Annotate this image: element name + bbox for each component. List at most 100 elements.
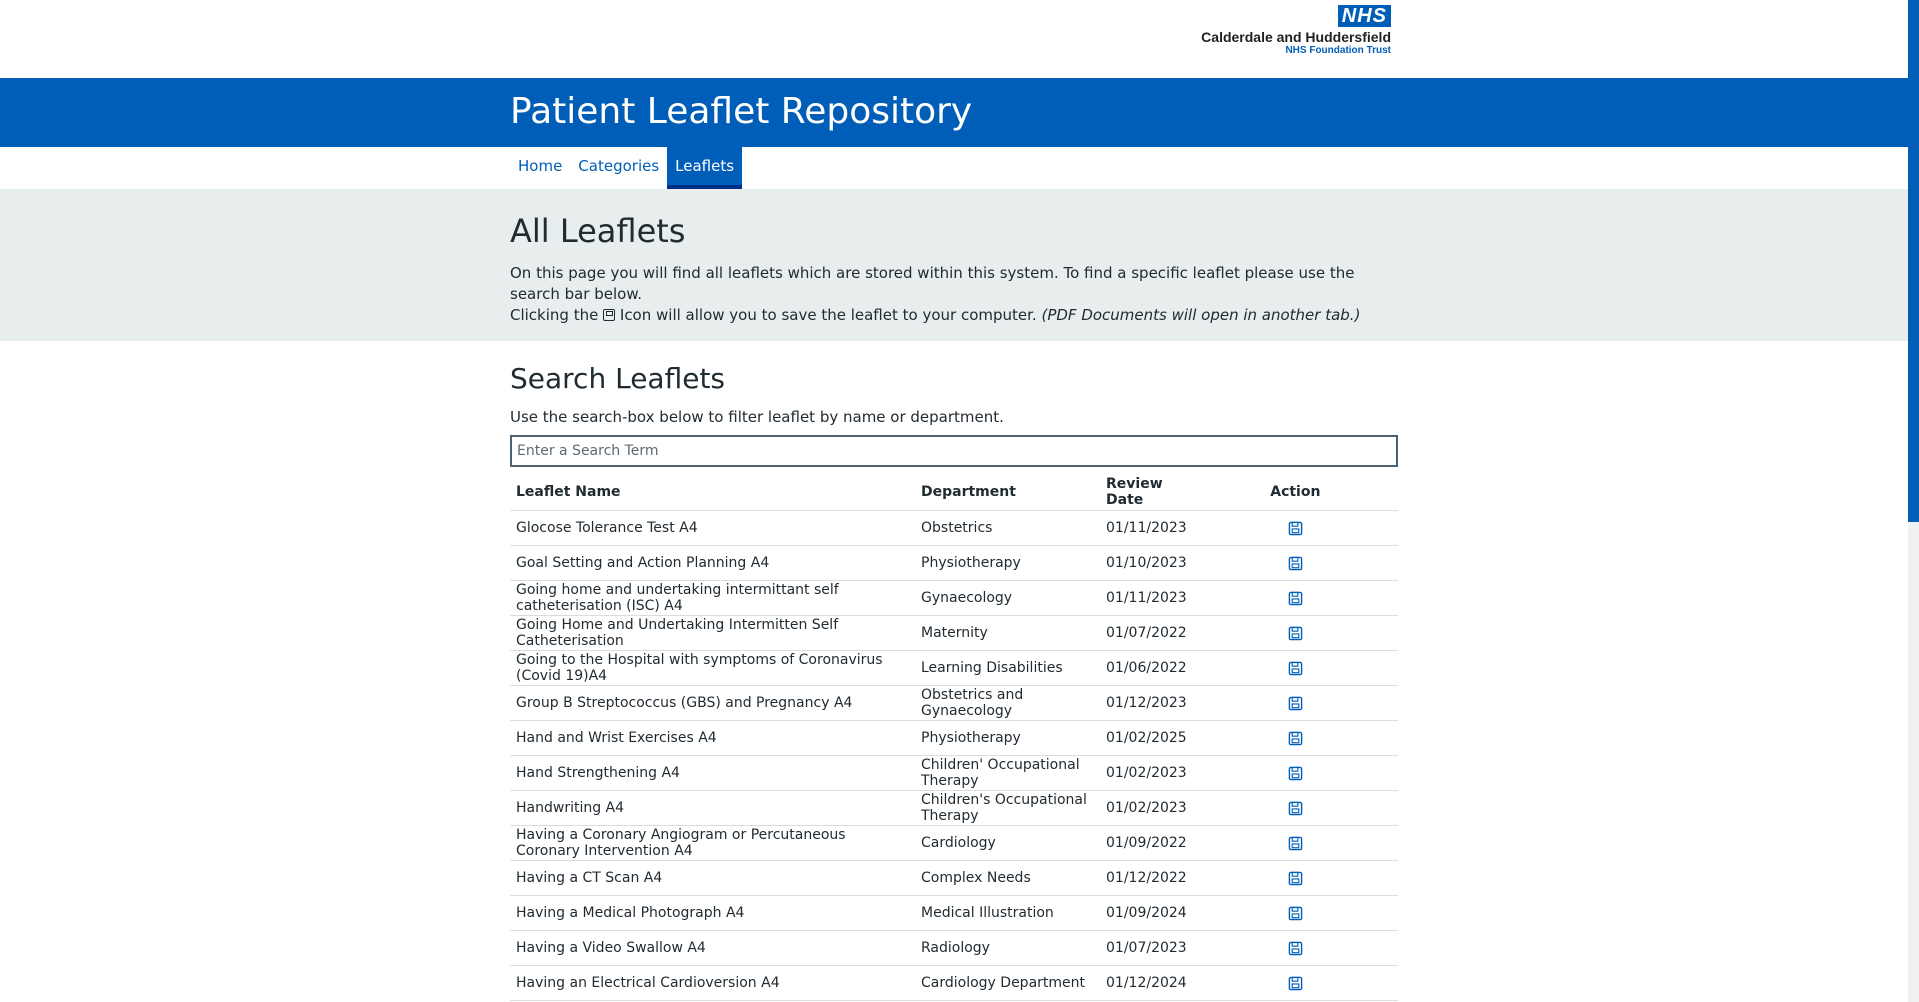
table-row: Hand and Wrist Exercises A4 Physiotherapy… bbox=[510, 720, 1398, 756]
department-cell: Children's Occupational Therapy bbox=[915, 790, 1100, 826]
action-cell bbox=[1192, 825, 1398, 861]
review-date-cell: 01/12/2022 bbox=[1100, 860, 1193, 896]
department-cell: Gynaecology bbox=[915, 580, 1100, 616]
table-row: Having a Medical Photograph A4 Medical Il… bbox=[510, 895, 1398, 931]
action-cell bbox=[1192, 615, 1398, 651]
department-cell: Cardiology Department bbox=[915, 965, 1100, 1001]
col-action: Action bbox=[1192, 473, 1398, 511]
review-date-cell: 01/12/2023 bbox=[1100, 685, 1193, 721]
search-title: Search Leaflets bbox=[510, 362, 726, 395]
main-nav: Home Categories Leaflets bbox=[0, 147, 1919, 189]
col-leaflet-name: Leaflet Name bbox=[510, 473, 915, 511]
table-row: Handwriting A4 Children's Occupational Th… bbox=[510, 790, 1398, 826]
save-icon[interactable] bbox=[1288, 556, 1303, 571]
department-cell: Physiotherapy bbox=[915, 720, 1100, 756]
action-cell bbox=[1192, 930, 1398, 966]
review-date-cell: 01/02/2025 bbox=[1100, 720, 1193, 756]
table-row: Glocose Tolerance Test A4 Obstetrics 01/11… bbox=[510, 510, 1398, 546]
department-cell: Medical Illustration bbox=[915, 895, 1100, 931]
review-date-cell: 01/06/2022 bbox=[1100, 650, 1193, 686]
intro-text-note: (PDF Documents will open in another tab.… bbox=[1041, 306, 1361, 324]
action-cell bbox=[1192, 580, 1398, 616]
leaflet-name-cell[interactable]: Hand and Wrist Exercises A4 bbox=[510, 720, 915, 756]
trust-name: Calderdale and Huddersfield bbox=[1201, 29, 1391, 45]
save-icon[interactable] bbox=[1288, 521, 1303, 536]
leaflet-name-cell[interactable]: Going to the Hospital with symptoms of C… bbox=[510, 650, 915, 686]
department-cell: Physiotherapy bbox=[915, 545, 1100, 581]
page-title: All Leaflets bbox=[510, 212, 686, 250]
trust-logo[interactable]: NHS Calderdale and Huddersfield NHS Foun… bbox=[1201, 5, 1391, 56]
leaflet-name-cell[interactable]: Going home and undertaking intermittant … bbox=[510, 580, 915, 616]
intro-text: On this page you will find all leaflets … bbox=[510, 263, 1398, 326]
nav-item-leaflets[interactable]: Leaflets bbox=[667, 147, 743, 189]
review-date-cell: 01/09/2024 bbox=[1100, 895, 1193, 931]
scrollbar-thumb[interactable] bbox=[1908, 0, 1919, 522]
review-date-cell: 01/07/2022 bbox=[1100, 615, 1193, 651]
department-cell: Complex Needs bbox=[915, 860, 1100, 896]
leaflet-name-cell[interactable]: Going Home and Undertaking Intermitten S… bbox=[510, 615, 915, 651]
table-row: Having an Electrical Cardioversion A4 Car… bbox=[510, 965, 1398, 1001]
leaflet-name-cell[interactable]: Having a Coronary Angiogram or Percutane… bbox=[510, 825, 915, 861]
save-icon[interactable] bbox=[1288, 626, 1303, 641]
leaflet-name-cell[interactable]: Hand Strengthening A4 bbox=[510, 755, 915, 791]
table-row: Group B Streptococcus (GBS) and Pregnanc… bbox=[510, 685, 1398, 721]
save-icon[interactable] bbox=[1288, 801, 1303, 816]
table-row: Having a Coronary Angiogram or Percutane… bbox=[510, 825, 1398, 861]
leaflet-name-cell[interactable]: Having a Video Swallow A4 bbox=[510, 930, 915, 966]
save-icon[interactable] bbox=[1288, 591, 1303, 606]
action-cell bbox=[1192, 720, 1398, 756]
save-icon[interactable] bbox=[1288, 906, 1303, 921]
save-icon[interactable] bbox=[1288, 731, 1303, 746]
intro-text-line1: On this page you will find all leaflets … bbox=[510, 264, 1355, 303]
site-title[interactable]: Patient Leaflet Repository bbox=[510, 78, 1398, 134]
page-scrollbar[interactable] bbox=[1908, 0, 1919, 1002]
review-date-cell: 01/12/2024 bbox=[1100, 965, 1193, 1001]
table-row: Hand Strengthening A4 Children' Occupatio… bbox=[510, 755, 1398, 791]
review-date-cell: 01/07/2023 bbox=[1100, 930, 1193, 966]
action-cell bbox=[1192, 860, 1398, 896]
table-row: Having a Video Swallow A4 Radiology 01/07/… bbox=[510, 930, 1398, 966]
department-cell: Learning Disabilities bbox=[915, 650, 1100, 686]
action-cell bbox=[1192, 545, 1398, 581]
save-icon[interactable] bbox=[1288, 941, 1303, 956]
department-cell: Cardiology bbox=[915, 825, 1100, 861]
department-cell: Obstetrics bbox=[915, 510, 1100, 546]
department-cell: Obstetrics and Gynaecology bbox=[915, 685, 1100, 721]
save-icon[interactable] bbox=[1288, 976, 1303, 991]
department-cell: Children' Occupational Therapy bbox=[915, 755, 1100, 791]
intro-band: All Leaflets On this page you will find … bbox=[0, 189, 1919, 341]
intro-text-line2a: Clicking the bbox=[510, 306, 599, 324]
review-date-cell: 01/11/2023 bbox=[1100, 510, 1193, 546]
table-row: Going Home and Undertaking Intermitten S… bbox=[510, 615, 1398, 651]
save-icon[interactable] bbox=[1288, 696, 1303, 711]
nav-item-home[interactable]: Home bbox=[510, 147, 570, 189]
review-date-cell: 01/11/2023 bbox=[1100, 580, 1193, 616]
table-row: Having a CT Scan A4 Complex Needs 01/12/20… bbox=[510, 860, 1398, 896]
review-date-cell: 01/02/2023 bbox=[1100, 755, 1193, 791]
save-icon[interactable] bbox=[1288, 836, 1303, 851]
leaflet-name-cell[interactable]: Goal Setting and Action Planning A4 bbox=[510, 545, 915, 581]
review-date-cell: 01/09/2022 bbox=[1100, 825, 1193, 861]
save-icon[interactable] bbox=[1288, 766, 1303, 781]
action-cell bbox=[1192, 510, 1398, 546]
table-row: Goal Setting and Action Planning A4 Physi… bbox=[510, 545, 1398, 581]
leaflet-name-cell[interactable]: Group B Streptococcus (GBS) and Pregnanc… bbox=[510, 685, 915, 721]
leaflet-name-cell[interactable]: Having a CT Scan A4 bbox=[510, 860, 915, 896]
nhs-logo-mark: NHS bbox=[1337, 5, 1391, 27]
site-header: Patient Leaflet Repository bbox=[0, 78, 1919, 147]
leaflet-name-cell[interactable]: Having an Electrical Cardioversion A4 bbox=[510, 965, 915, 1001]
leaflet-name-cell[interactable]: Handwriting A4 bbox=[510, 790, 915, 826]
action-cell bbox=[1192, 965, 1398, 1001]
nav-item-categories[interactable]: Categories bbox=[570, 147, 667, 189]
leaflet-name-cell[interactable]: Glocose Tolerance Test A4 bbox=[510, 510, 915, 546]
action-cell bbox=[1192, 790, 1398, 826]
save-icon[interactable] bbox=[1288, 661, 1303, 676]
search-input[interactable] bbox=[510, 435, 1398, 467]
review-date-cell: 01/02/2023 bbox=[1100, 790, 1193, 826]
leaflets-table: Leaflet Name Department Review Date Acti… bbox=[510, 473, 1398, 1001]
table-row: Going to the Hospital with symptoms of C… bbox=[510, 650, 1398, 686]
top-strip: NHS Calderdale and Huddersfield NHS Foun… bbox=[0, 0, 1919, 78]
leaflet-name-cell[interactable]: Having a Medical Photograph A4 bbox=[510, 895, 915, 931]
save-icon[interactable] bbox=[1288, 871, 1303, 886]
department-cell: Radiology bbox=[915, 930, 1100, 966]
